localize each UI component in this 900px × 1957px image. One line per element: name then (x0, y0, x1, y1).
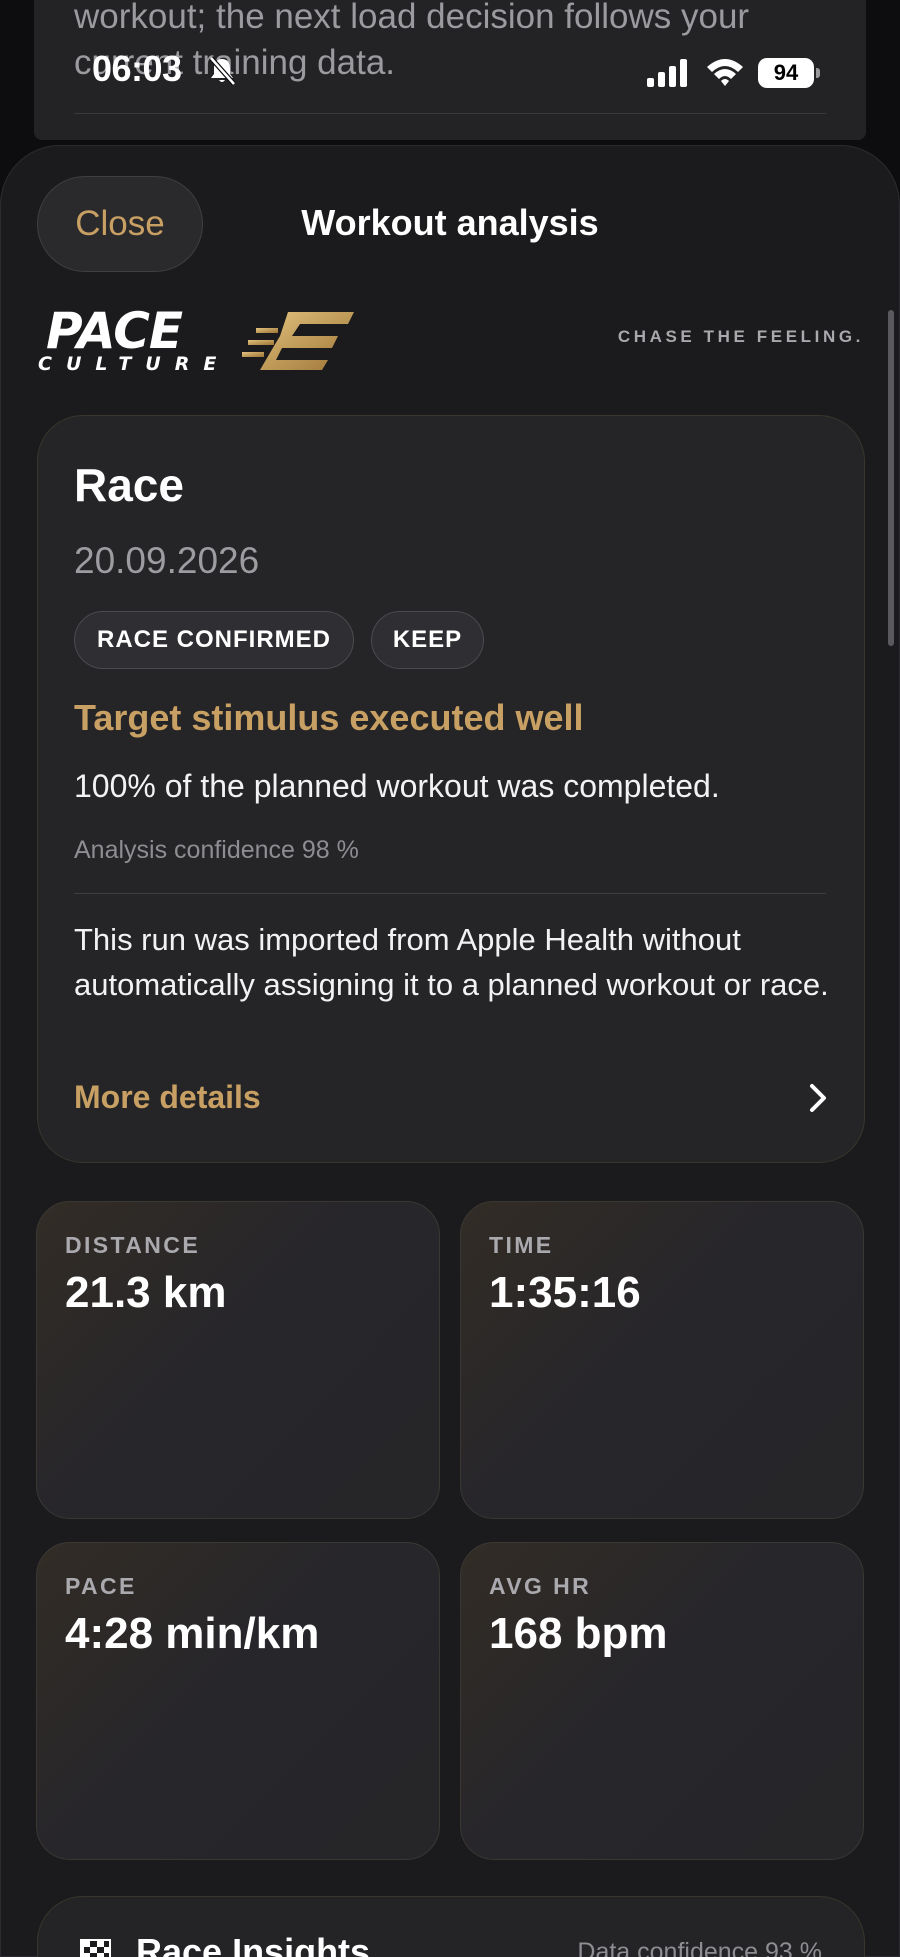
silent-bell-icon (209, 56, 236, 86)
chevron-right-icon[interactable] (808, 1083, 828, 1113)
logo-mark (242, 312, 354, 370)
stat-label: DISTANCE (65, 1232, 201, 1258)
pace-culture-logo: PACE CULTURE (38, 302, 354, 374)
stat-tile-distance: DISTANCE 21.3 km (36, 1201, 440, 1519)
stat-value: 21.3 km (65, 1268, 227, 1317)
race-title: Race (74, 459, 184, 511)
battery-icon: 94 (758, 58, 820, 88)
cellular-signal-icon (647, 59, 687, 87)
stat-tile-avg-hr: AVG HR 168 bpm (460, 1542, 864, 1860)
card-divider (74, 893, 826, 894)
checkered-flag-icon (80, 1939, 111, 1957)
wifi-icon (707, 59, 743, 86)
insights-confidence: Data confidence 93 % (577, 1938, 822, 1957)
background-divider (74, 113, 826, 114)
analysis-headline: Target stimulus executed well (74, 697, 584, 738)
race-date: 20.09.2026 (74, 540, 260, 581)
stat-value: 168 bpm (489, 1609, 668, 1658)
stat-tile-pace: PACE 4:28 min/km (36, 1542, 440, 1860)
stat-tile-time: TIME 1:35:16 (460, 1201, 864, 1519)
analysis-summary: 100% of the planned workout was complete… (74, 768, 720, 804)
analysis-confidence: Analysis confidence 98 % (74, 836, 359, 864)
race-confirmed-badge: RACE CONFIRMED (74, 611, 354, 669)
scroll-indicator[interactable] (888, 310, 894, 646)
insights-title: Race Insights (136, 1931, 371, 1957)
logo-subline: CULTURE (38, 353, 230, 374)
brand-tagline: CHASE THE FEELING. (617, 327, 864, 346)
stat-label: AVG HR (489, 1573, 592, 1599)
stat-label: TIME (489, 1232, 554, 1258)
keep-badge: KEEP (371, 611, 484, 669)
status-time: 06:03 (92, 48, 182, 89)
stat-label: PACE (65, 1573, 137, 1599)
more-details-link[interactable]: More details (74, 1079, 261, 1116)
stat-value: 1:35:16 (489, 1268, 641, 1317)
stat-value: 4:28 min/km (65, 1609, 320, 1658)
logo-wordmark: PACE (46, 302, 183, 360)
sheet-title: Workout analysis (301, 202, 599, 243)
battery-level: 94 (758, 58, 814, 88)
import-note: This run was imported from Apple Health … (74, 922, 829, 1002)
